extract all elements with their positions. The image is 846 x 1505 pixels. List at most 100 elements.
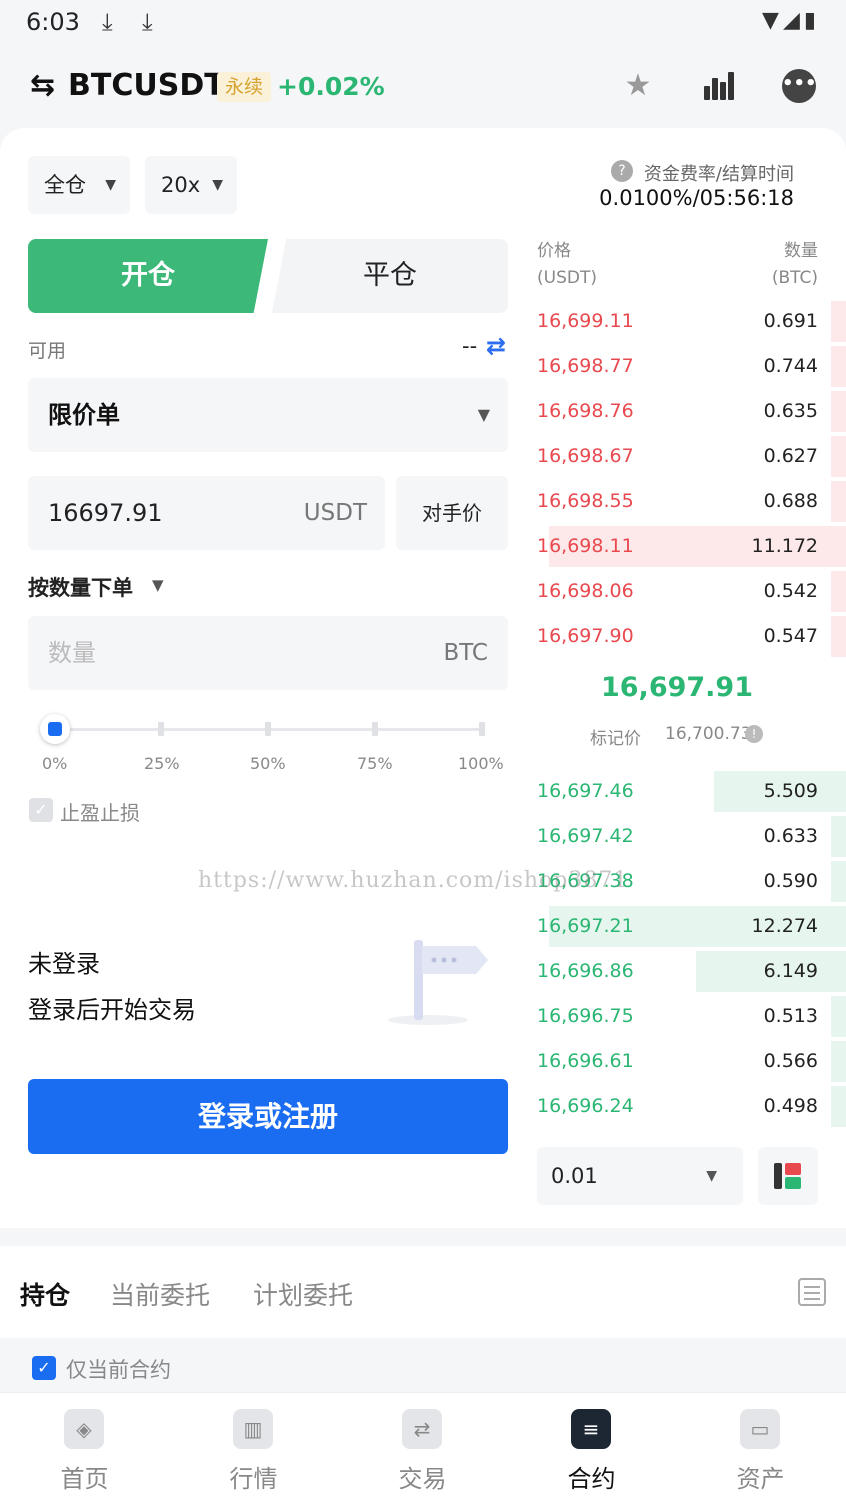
ask-row[interactable]: 16,698.11 11.172 [530,524,846,569]
bid-row[interactable]: 16,697.46 5.509 [530,769,846,814]
login-register-button[interactable]: 登录或注册 [28,1079,508,1154]
bid-qty: 0.513 [763,1005,818,1027]
tpsl-checkbox[interactable]: ✓ [29,798,53,822]
price-change: +0.02% [277,72,385,101]
ask-qty: 0.547 [763,625,818,647]
qty-mode-select[interactable]: 按数量下单 [28,572,133,602]
ask-row[interactable]: 16,698.55 0.688 [530,479,846,524]
counterparty-price-button[interactable]: 对手价 [396,476,508,550]
depth-bar [831,861,846,902]
ask-row[interactable]: 16,698.06 0.542 [530,569,846,614]
slider-tick[interactable] [265,722,271,736]
slider-tick[interactable] [158,722,164,736]
ask-qty: 0.744 [763,355,818,377]
depth-bar [831,346,846,387]
nav-item-wallet[interactable]: ▭ 资产 [676,1393,845,1505]
depth-bar [831,301,846,342]
nav-item-home[interactable]: ◈ 首页 [0,1393,169,1505]
signpost-icon [388,940,488,1025]
depth-bar [831,391,846,432]
ask-price: 16,698.77 [537,355,634,377]
slider-handle[interactable] [40,714,70,744]
bid-qty: 5.509 [763,780,818,802]
caret-down-icon: ▼ [477,405,490,424]
bid-row[interactable]: 16,697.21 12.274 [530,904,846,949]
caret-down-icon[interactable]: ▼ [152,576,164,594]
wallet-icon: ▭ [740,1409,780,1449]
login-subtitle: 登录后开始交易 [28,996,196,1024]
depth-bar [831,436,846,477]
leverage-select[interactable]: 20x ▼ [145,156,237,214]
info-icon[interactable]: ! [745,725,763,743]
kline-chart-icon[interactable] [702,70,738,102]
tab-close-position[interactable]: 平仓 [272,239,508,313]
trade-card: 全仓 ▼ 20x ▼ ? 资金费率/结算时间 0.0100%/05:56:18 开仓… [0,128,846,1228]
market-icon: ▥ [233,1409,273,1449]
tab-positions[interactable]: 持仓 [20,1276,70,1312]
nav-item-market[interactable]: ▥ 行情 [169,1393,338,1505]
bid-price: 16,696.86 [537,960,634,982]
symbol-title[interactable]: BTCUSDT [68,68,225,103]
nav-label: 交易 [398,1465,447,1493]
nav-item-trade[interactable]: ⇄ 交易 [338,1393,507,1505]
slider-label: 0% [42,754,68,773]
depth-step-select[interactable]: 0.01 ▼ [537,1147,743,1205]
ask-row[interactable]: 16,697.90 0.547 [530,614,846,659]
help-icon[interactable]: ? [611,160,633,182]
nav-label: 合约 [567,1465,616,1493]
order-type-select[interactable]: 限价单 ▼ [28,378,508,452]
bid-price: 16,697.46 [537,780,634,802]
bid-qty: 0.590 [763,870,818,892]
swap-icon[interactable]: ⇆ [30,68,55,103]
trade-icon: ⇄ [402,1409,442,1449]
ask-row[interactable]: 16,698.76 0.635 [530,389,846,434]
bid-row[interactable]: 16,696.86 6.149 [530,949,846,994]
ask-qty: 0.627 [763,445,818,467]
depth-bar [831,1086,846,1127]
price-input[interactable]: 16697.91 USDT [28,476,385,550]
nav-label: 行情 [229,1465,278,1493]
funding-label: 资金费率/结算时间 [643,164,794,185]
slider-label: 50% [250,754,286,773]
contract-icon: ≡ [571,1409,611,1449]
bid-row[interactable]: 16,697.42 0.633 [530,814,846,859]
more-icon[interactable]: ••• [782,69,817,103]
slider-tick[interactable] [479,722,485,736]
tab-open-orders[interactable]: 当前委托 [110,1276,210,1312]
star-icon[interactable]: ★ [620,68,656,104]
nav-item-contract[interactable]: ≡ 合约 [507,1393,676,1505]
mark-price-value: 16,700.73 [665,724,752,744]
ask-qty: 0.688 [763,490,818,512]
bid-price: 16,696.24 [537,1095,634,1117]
perpetual-badge: 永续 [217,72,272,102]
ask-price: 16,699.11 [537,310,634,332]
depth-bar [831,816,846,857]
available-label: 可用 [28,340,67,362]
ask-row[interactable]: 16,698.67 0.627 [530,434,846,479]
bid-qty: 12.274 [751,915,818,937]
bid-qty: 0.566 [763,1050,818,1072]
bid-qty: 0.498 [763,1095,818,1117]
current-contract-checkbox[interactable]: ✓ [32,1356,56,1380]
ask-row[interactable]: 16,699.11 0.691 [530,299,846,344]
bid-row[interactable]: 16,696.75 0.513 [530,994,846,1039]
ask-price: 16,697.90 [537,625,634,647]
mark-price-label: 标记价 [590,729,641,749]
ask-qty: 0.691 [763,310,818,332]
nav-label: 首页 [60,1465,109,1493]
list-icon[interactable] [798,1278,826,1306]
tab-open-position[interactable]: 开仓 [28,239,268,313]
ask-qty: 0.542 [763,580,818,602]
bid-row[interactable]: 16,696.24 0.498 [530,1084,846,1129]
bid-price: 16,696.61 [537,1050,634,1072]
ask-row[interactable]: 16,698.77 0.744 [530,344,846,389]
bid-row[interactable]: 16,696.61 0.566 [530,1039,846,1084]
quantity-input[interactable]: 数量 BTC [28,616,508,690]
tab-plan-orders[interactable]: 计划委托 [253,1276,353,1312]
orderbook-layout-icon[interactable] [758,1147,818,1205]
signal-battery-icons: ▼◢▮ [762,8,820,33]
slider-tick[interactable] [372,722,378,736]
margin-mode-select[interactable]: 全仓 ▼ [28,156,130,214]
orderbook-price-header: 价格 (USDT) [537,241,597,288]
transfer-icon[interactable]: ⇄ [486,332,506,360]
